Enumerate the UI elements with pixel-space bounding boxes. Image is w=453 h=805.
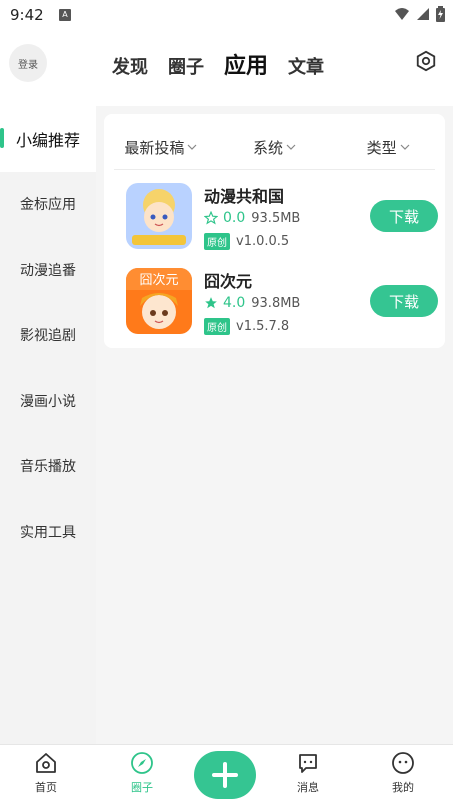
app-tagline: 原创 v1.5.7.8: [204, 318, 289, 335]
app-name: 囧次元: [204, 272, 253, 291]
app-icon-dongman: [126, 183, 192, 249]
sidebar-item-music[interactable]: 音乐播放: [0, 434, 96, 500]
tab-circle[interactable]: 圈子: [168, 53, 204, 79]
chevron-down-icon: [286, 144, 296, 150]
app-meta: 4.0 93.8MB: [204, 295, 300, 311]
nav-circle-label: 圈子: [131, 781, 153, 794]
status-bar: 9:42 A: [0, 0, 453, 32]
chevron-down-icon: [400, 144, 410, 150]
sidebar-item-gold-apps[interactable]: 金标应用: [0, 172, 96, 238]
tab-discover[interactable]: 发现: [112, 53, 148, 79]
sidebar-item-editor-picks[interactable]: 小编推荐: [0, 106, 96, 172]
app-tagline: 原创 v1.0.0.5: [204, 233, 289, 250]
filter-type[interactable]: 类型: [331, 132, 445, 162]
tab-articles[interactable]: 文章: [288, 53, 324, 79]
nav-messages-label: 消息: [297, 781, 319, 794]
wifi-icon: [395, 8, 409, 20]
app-version: v1.0.0.5: [236, 234, 290, 249]
star-filled-icon: [205, 297, 217, 309]
sidebar-item-movies[interactable]: 影视追剧: [0, 303, 96, 369]
star-outline-icon: [204, 211, 218, 225]
app-rating: 0.0: [223, 210, 246, 226]
filter-type-label: 类型: [366, 138, 397, 157]
top-header: 登录 发现 圈子 应用 文章: [0, 32, 453, 106]
bottom-navigation: 首页 圈子 消息 我的: [0, 744, 453, 805]
download-button[interactable]: 下载: [370, 200, 438, 232]
top-tabs: 发现 圈子 应用 文章: [112, 48, 344, 80]
app-icon-text: 囧次元: [139, 272, 178, 288]
add-button[interactable]: [194, 751, 256, 799]
nav-home-label: 首页: [35, 781, 57, 794]
original-badge: 原创: [204, 318, 230, 335]
app-size: 93.8MB: [251, 295, 301, 311]
original-badge: 原创: [204, 233, 230, 250]
status-icons: [394, 6, 445, 22]
filter-latest-label: 最新投稿: [124, 138, 185, 157]
category-sidebar: 小编推荐 金标应用 动漫追番 影视追剧 漫画小说 音乐播放 实用工具: [0, 106, 96, 744]
tab-apps[interactable]: 应用: [224, 48, 268, 80]
filter-system[interactable]: 系统: [218, 132, 332, 162]
chat-bubble-icon: [299, 754, 317, 773]
filter-bar: 最新投稿 系统 类型: [104, 132, 445, 162]
sidebar-item-tools[interactable]: 实用工具: [0, 499, 96, 565]
app-list-item[interactable]: 囧次元 囧次元 4.0 93.8MB 原创 v1.5.7.8 下载: [118, 268, 438, 338]
status-time: 9:42: [10, 6, 44, 24]
login-button[interactable]: 登录: [9, 44, 47, 82]
battery-icon: [436, 6, 445, 22]
nav-circle[interactable]: 圈子: [112, 751, 172, 795]
nav-messages[interactable]: 消息: [278, 751, 338, 795]
filter-divider: [114, 169, 435, 170]
app-list-item[interactable]: 动漫共和国 0.0 93.5MB 原创 v1.0.0.5 下载: [118, 183, 438, 253]
chevron-down-icon: [187, 144, 197, 150]
main-content: 最新投稿 系统 类型 动漫共和国 0.0 93.5MB 原创 v1.0.0.5 …: [96, 106, 453, 744]
app-name: 动漫共和国: [204, 187, 285, 206]
signal-icon: [417, 8, 429, 20]
nav-me-label: 我的: [392, 781, 414, 794]
compass-icon: [131, 752, 153, 774]
filter-latest[interactable]: 最新投稿: [104, 132, 218, 162]
notification-a-icon: A: [59, 9, 71, 21]
sidebar-item-anime[interactable]: 动漫追番: [0, 237, 96, 303]
nav-home[interactable]: 首页: [16, 751, 76, 795]
settings-icon[interactable]: [415, 50, 437, 72]
app-meta: 0.0 93.5MB: [204, 210, 300, 226]
plus-icon: [212, 762, 238, 788]
filter-system-label: 系统: [253, 138, 284, 157]
download-button[interactable]: 下载: [370, 285, 438, 317]
app-rating: 4.0: [223, 295, 246, 311]
home-icon: [36, 753, 56, 773]
nav-me[interactable]: 我的: [373, 751, 433, 795]
sidebar-item-comics[interactable]: 漫画小说: [0, 368, 96, 434]
app-icon-jiongciyuan: 囧次元: [126, 268, 192, 334]
app-list-card: 最新投稿 系统 类型 动漫共和国 0.0 93.5MB 原创 v1.0.0.5 …: [104, 114, 445, 348]
app-size: 93.5MB: [251, 210, 301, 226]
app-version: v1.5.7.8: [236, 319, 290, 334]
smiley-face-icon: [392, 752, 414, 774]
